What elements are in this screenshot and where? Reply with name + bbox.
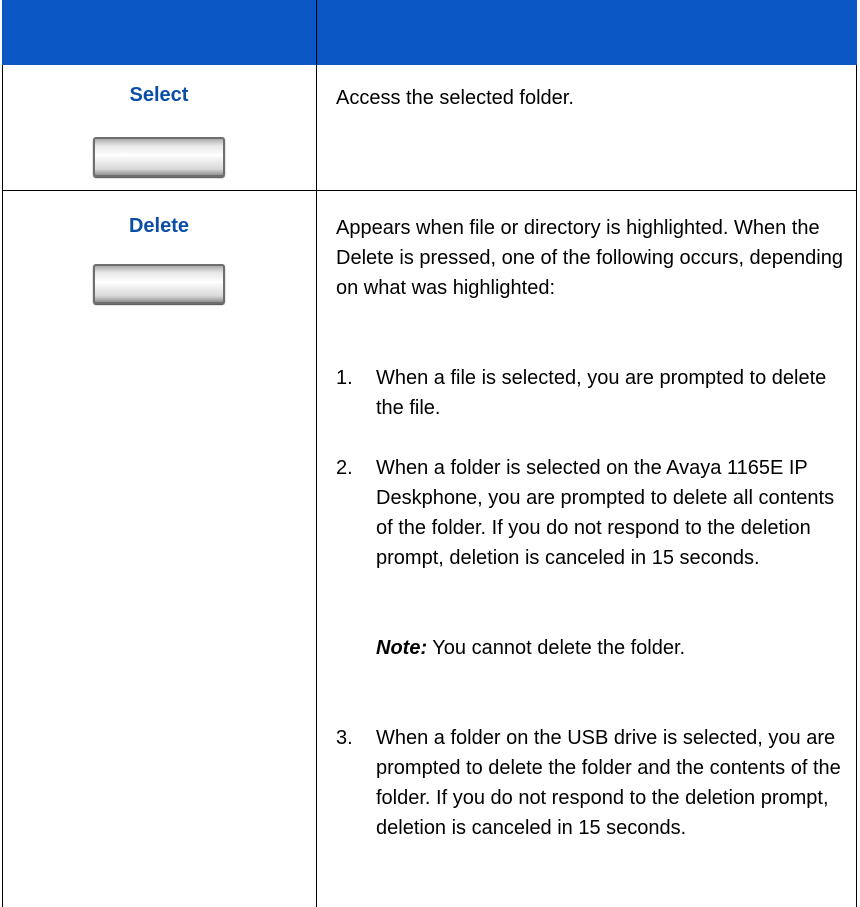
delete-key-label: Delete (128, 215, 190, 237)
delete-softkey-button[interactable] (93, 264, 225, 304)
table-border-left (2, 65, 3, 907)
column-divider (316, 65, 317, 907)
row-divider (2, 190, 857, 191)
list-item-number: 2. (336, 457, 353, 479)
list-item-text: When a folder on the USB drive is select… (376, 727, 841, 839)
note-text: You cannot delete the folder. (427, 637, 686, 659)
delete-description: Appears when file or directory is highli… (336, 217, 843, 299)
select-softkey-button[interactable] (93, 137, 225, 177)
table-header (2, 0, 857, 65)
note-label: Note: (376, 637, 428, 659)
select-key-label: Select (129, 84, 189, 106)
list-item-text: When a file is selected, you are prompte… (376, 367, 827, 419)
list-item-number: 1. (336, 367, 353, 389)
note: Note: You cannot delete the folder. (376, 633, 846, 663)
list-item-number: 3. (336, 727, 353, 749)
select-description: Access the selected folder. (336, 87, 574, 109)
list-item-text: When a folder is selected on the Avaya 1… (376, 457, 835, 569)
table-border-right (856, 65, 857, 907)
softkey-table: Select Access the selected folder. Delet… (2, 0, 857, 907)
header-divider (316, 0, 317, 65)
